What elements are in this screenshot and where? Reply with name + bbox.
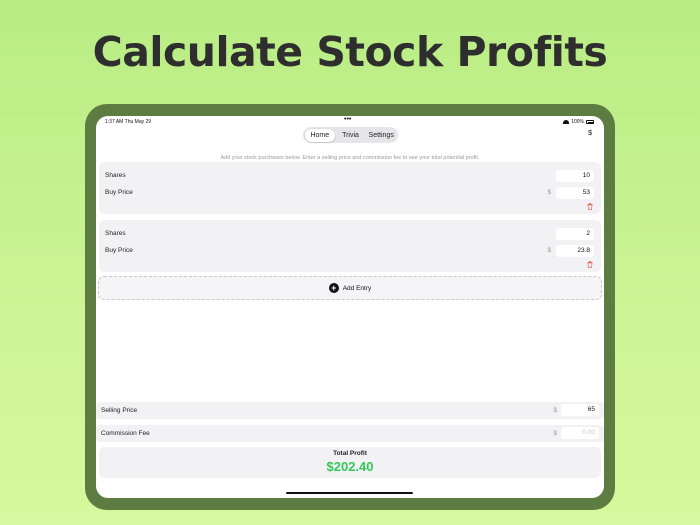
stock-entry: Shares 10 Buy Price $ 53 <box>99 162 601 214</box>
plus-circle-icon: + <box>328 283 339 293</box>
total-profit-label: Total Profit <box>333 450 367 457</box>
trash-icon[interactable] <box>587 261 593 268</box>
instructions-text: Add your stock purchases below. Enter a … <box>220 155 480 161</box>
tab-bar: Home Trivia Settings <box>303 127 398 143</box>
buy-price-input[interactable]: 53 <box>556 187 594 199</box>
tab-home[interactable]: Home <box>304 128 336 142</box>
add-entry-button[interactable]: + Add Entry <box>98 276 602 300</box>
headline: Calculate Stock Profits <box>92 28 608 76</box>
total-profit-card: Total Profit $202.40 <box>99 447 601 478</box>
shares-input[interactable]: 10 <box>556 170 594 182</box>
tablet-frame: 1:37 AM Thu May 29 ••• 100% Home Trivia … <box>85 104 615 510</box>
selling-price-input[interactable]: 65 <box>561 404 599 416</box>
multitask-dots-icon[interactable]: ••• <box>344 116 351 123</box>
buy-price-label: Buy Price <box>105 189 133 196</box>
tab-settings[interactable]: Settings <box>366 129 397 142</box>
tab-trivia[interactable]: Trivia <box>335 129 366 142</box>
selling-price-label: Selling Price <box>101 407 138 414</box>
buy-price-label: Buy Price <box>105 247 133 254</box>
stock-entry: Shares 2 Buy Price $ 23.8 <box>99 220 601 272</box>
trash-icon[interactable] <box>587 203 593 210</box>
commission-fee-input[interactable]: 0.00 <box>561 427 599 439</box>
shares-label: Shares <box>105 172 126 179</box>
status-right: 100% <box>563 119 594 125</box>
wifi-icon <box>563 120 570 124</box>
commission-fee-currency: $ <box>553 430 557 437</box>
shares-input[interactable]: 2 <box>556 228 594 240</box>
battery-percent: 100% <box>571 119 584 125</box>
status-bar: 1:37 AM Thu May 29 ••• 100% <box>96 116 604 127</box>
app-screen: 1:37 AM Thu May 29 ••• 100% Home Trivia … <box>96 116 604 498</box>
currency-button[interactable]: $ <box>588 130 592 137</box>
selling-price-currency: $ <box>553 407 557 414</box>
selling-price-row: Selling Price $ 65 <box>96 402 604 419</box>
home-indicator[interactable] <box>286 492 413 494</box>
shares-label: Shares <box>105 230 126 237</box>
buy-price-input[interactable]: 23.8 <box>556 245 594 257</box>
status-time: 1:37 AM Thu May 29 <box>105 119 152 125</box>
add-entry-label: Add Entry <box>342 284 372 292</box>
total-profit-value: $202.40 <box>326 459 374 474</box>
buy-price-currency: $ <box>547 247 551 254</box>
battery-icon <box>586 120 594 124</box>
commission-fee-label: Commission Fee <box>101 430 150 437</box>
commission-fee-row: Commission Fee $ 0.00 <box>96 425 604 442</box>
buy-price-currency: $ <box>547 189 551 196</box>
